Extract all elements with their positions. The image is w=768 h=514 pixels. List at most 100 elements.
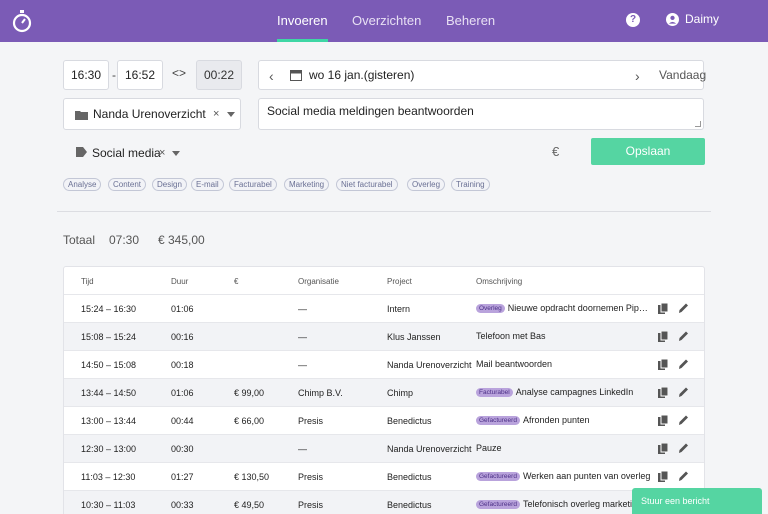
tag-icon	[76, 147, 87, 157]
table-row[interactable]: 14:50 – 15:08 00:18 — Nanda Urenoverzicht Ma…	[64, 350, 704, 378]
edit-icon[interactable]	[678, 302, 689, 314]
chevron-right-icon[interactable]: ›	[635, 68, 640, 84]
cell-project: Benedictus	[387, 416, 432, 426]
copy-icon[interactable]	[658, 471, 668, 482]
tab-beheren[interactable]: Beheren	[446, 0, 495, 42]
cell-omschrijving: Facturabel Analyse campagnes LinkedIn	[476, 387, 652, 398]
cell-tijd: 12:30 – 13:00	[81, 444, 137, 454]
description-text: Mail beantwoorden	[476, 359, 553, 369]
date-picker[interactable]: ‹ wo 16 jan.(gisteren) › Vandaag	[258, 60, 706, 90]
start-time-input[interactable]: 16:30	[63, 60, 109, 90]
clear-project-icon[interactable]: ×	[213, 108, 219, 120]
swap-arrows-icon[interactable]: <>	[172, 66, 186, 80]
today-button[interactable]: Vandaag	[659, 68, 706, 82]
chevron-left-icon[interactable]: ‹	[269, 68, 274, 84]
column-header-omschrijving: Omschrijving	[476, 277, 523, 286]
calendar-icon	[290, 70, 302, 81]
table-row[interactable]: 12:30 – 13:00 00:30 — Nanda Urenoverzicht Pa…	[64, 434, 704, 462]
project-value: Nanda Urenoverzicht	[93, 107, 206, 121]
tag-chip-analyse[interactable]: Analyse	[63, 178, 102, 191]
status-badge: Gefactureerd	[476, 416, 520, 426]
cell-project: Intern	[387, 304, 411, 314]
cell-omschrijving: Pauze	[476, 443, 652, 453]
edit-icon[interactable]	[678, 330, 689, 342]
cell-omschrijving: Gefactureerd Telefonisch overleg marketin…	[476, 499, 652, 510]
duration-field[interactable]: 00:22	[196, 60, 242, 90]
cell-organisatie: Presis	[298, 472, 324, 482]
tag-chip-facturabel[interactable]: Facturabel	[229, 178, 277, 191]
edit-icon[interactable]	[678, 386, 689, 398]
description-text: Telefonisch overleg marketing	[522, 499, 642, 509]
edit-icon[interactable]	[678, 470, 689, 482]
clear-tag-icon[interactable]: ×	[159, 147, 165, 159]
cell-organisatie: —	[298, 332, 307, 342]
cell-duur: 01:27	[171, 472, 194, 482]
project-select[interactable]: Nanda Urenoverzicht ×	[63, 98, 241, 130]
chat-button[interactable]: Stuur een bericht	[632, 488, 762, 514]
save-button[interactable]: Opslaan	[591, 138, 705, 165]
copy-icon[interactable]	[658, 387, 668, 398]
description-input[interactable]: Social media meldingen beantwoorden	[258, 98, 704, 130]
cell-bedrag: € 49,50	[234, 500, 265, 510]
chevron-down-icon[interactable]	[227, 112, 235, 117]
copy-icon[interactable]	[658, 331, 668, 342]
cell-tijd: 15:24 – 16:30	[81, 304, 137, 314]
copy-icon[interactable]	[658, 303, 668, 314]
stopwatch-icon[interactable]	[10, 9, 34, 33]
edit-icon[interactable]	[678, 414, 689, 426]
tag-chevron-down-icon[interactable]	[172, 151, 180, 156]
copy-icon[interactable]	[658, 359, 668, 370]
edit-icon[interactable]	[678, 442, 689, 454]
help-icon[interactable]: ?	[626, 13, 640, 27]
column-header-tijd: Tijd	[81, 277, 94, 286]
cell-organisatie: Presis	[298, 500, 324, 510]
description-text: Telefoon met Bas	[476, 331, 546, 341]
cell-organisatie: —	[298, 360, 307, 370]
description-text: Pauze	[476, 443, 502, 453]
description-text: Werken aan punten van overleg	[522, 471, 651, 481]
tag-chip-content[interactable]: Content	[108, 178, 147, 191]
tab-overzichten[interactable]: Overzichten	[352, 0, 421, 42]
tag-chip-email[interactable]: E-mail	[191, 178, 224, 191]
status-badge: Gefactureerd	[476, 500, 520, 510]
euro-icon[interactable]: €	[552, 144, 559, 159]
user-name[interactable]: Daimy	[685, 12, 719, 26]
end-time-input[interactable]: 16:52	[117, 60, 163, 90]
copy-icon[interactable]	[658, 415, 668, 426]
cell-omschrijving: Mail beantwoorden	[476, 359, 652, 369]
cell-project: Benedictus	[387, 472, 432, 482]
tag-value[interactable]: Social media	[92, 146, 161, 160]
folder-icon	[75, 111, 88, 120]
status-badge: Gefactureerd	[476, 472, 520, 482]
table-row[interactable]: 13:00 – 13:44 00:44 € 66,00 Presis Benedictu…	[64, 406, 704, 434]
total-time: 07:30	[109, 233, 140, 247]
column-header-organisatie: Organisatie	[298, 277, 339, 286]
tag-chip-overleg[interactable]: Overleg	[407, 178, 446, 191]
table-row[interactable]: 11:03 – 12:30 01:27 € 130,50 Presis Benedict…	[64, 462, 704, 490]
description-value: Social media meldingen beantwoorden	[267, 104, 474, 118]
cell-duur: 00:44	[171, 416, 194, 426]
tag-chip-design[interactable]: Design	[152, 178, 187, 191]
cell-tijd: 15:08 – 15:24	[81, 332, 137, 342]
resize-handle-icon[interactable]	[695, 121, 701, 127]
user-icon[interactable]	[666, 13, 679, 26]
date-label: wo 16 jan.(gisteren)	[309, 68, 415, 82]
table-row[interactable]: 13:44 – 14:50 01:06 € 99,00 Chimp B.V. Chimp…	[64, 378, 704, 406]
status-badge: Facturabel	[476, 388, 513, 398]
table-row[interactable]: 15:08 – 15:24 00:16 — Klus Janssen Telefoon …	[64, 322, 704, 350]
column-header-euro: €	[234, 277, 239, 286]
status-badge: Overleg	[476, 304, 505, 314]
cell-project: Nanda Urenoverzicht	[387, 444, 472, 454]
table-row[interactable]: 10:30 – 11:03 00:33 € 49,50 Presis Benedictu…	[64, 490, 704, 514]
divider	[57, 211, 711, 212]
cell-tijd: 10:30 – 11:03	[81, 500, 136, 510]
cell-project: Nanda Urenoverzicht	[387, 360, 472, 370]
tag-chip-training[interactable]: Training	[451, 178, 490, 191]
table-row[interactable]: 15:24 – 16:30 01:06 — Intern Overleg Nieuwe o…	[64, 294, 704, 322]
cell-duur: 00:30	[171, 444, 194, 454]
tag-chip-marketing[interactable]: Marketing	[284, 178, 330, 191]
copy-icon[interactable]	[658, 443, 668, 454]
edit-icon[interactable]	[678, 358, 689, 370]
tab-invoeren[interactable]: Invoeren	[277, 0, 328, 42]
tag-chip-niet-facturabel[interactable]: Niet facturabel	[336, 178, 398, 191]
